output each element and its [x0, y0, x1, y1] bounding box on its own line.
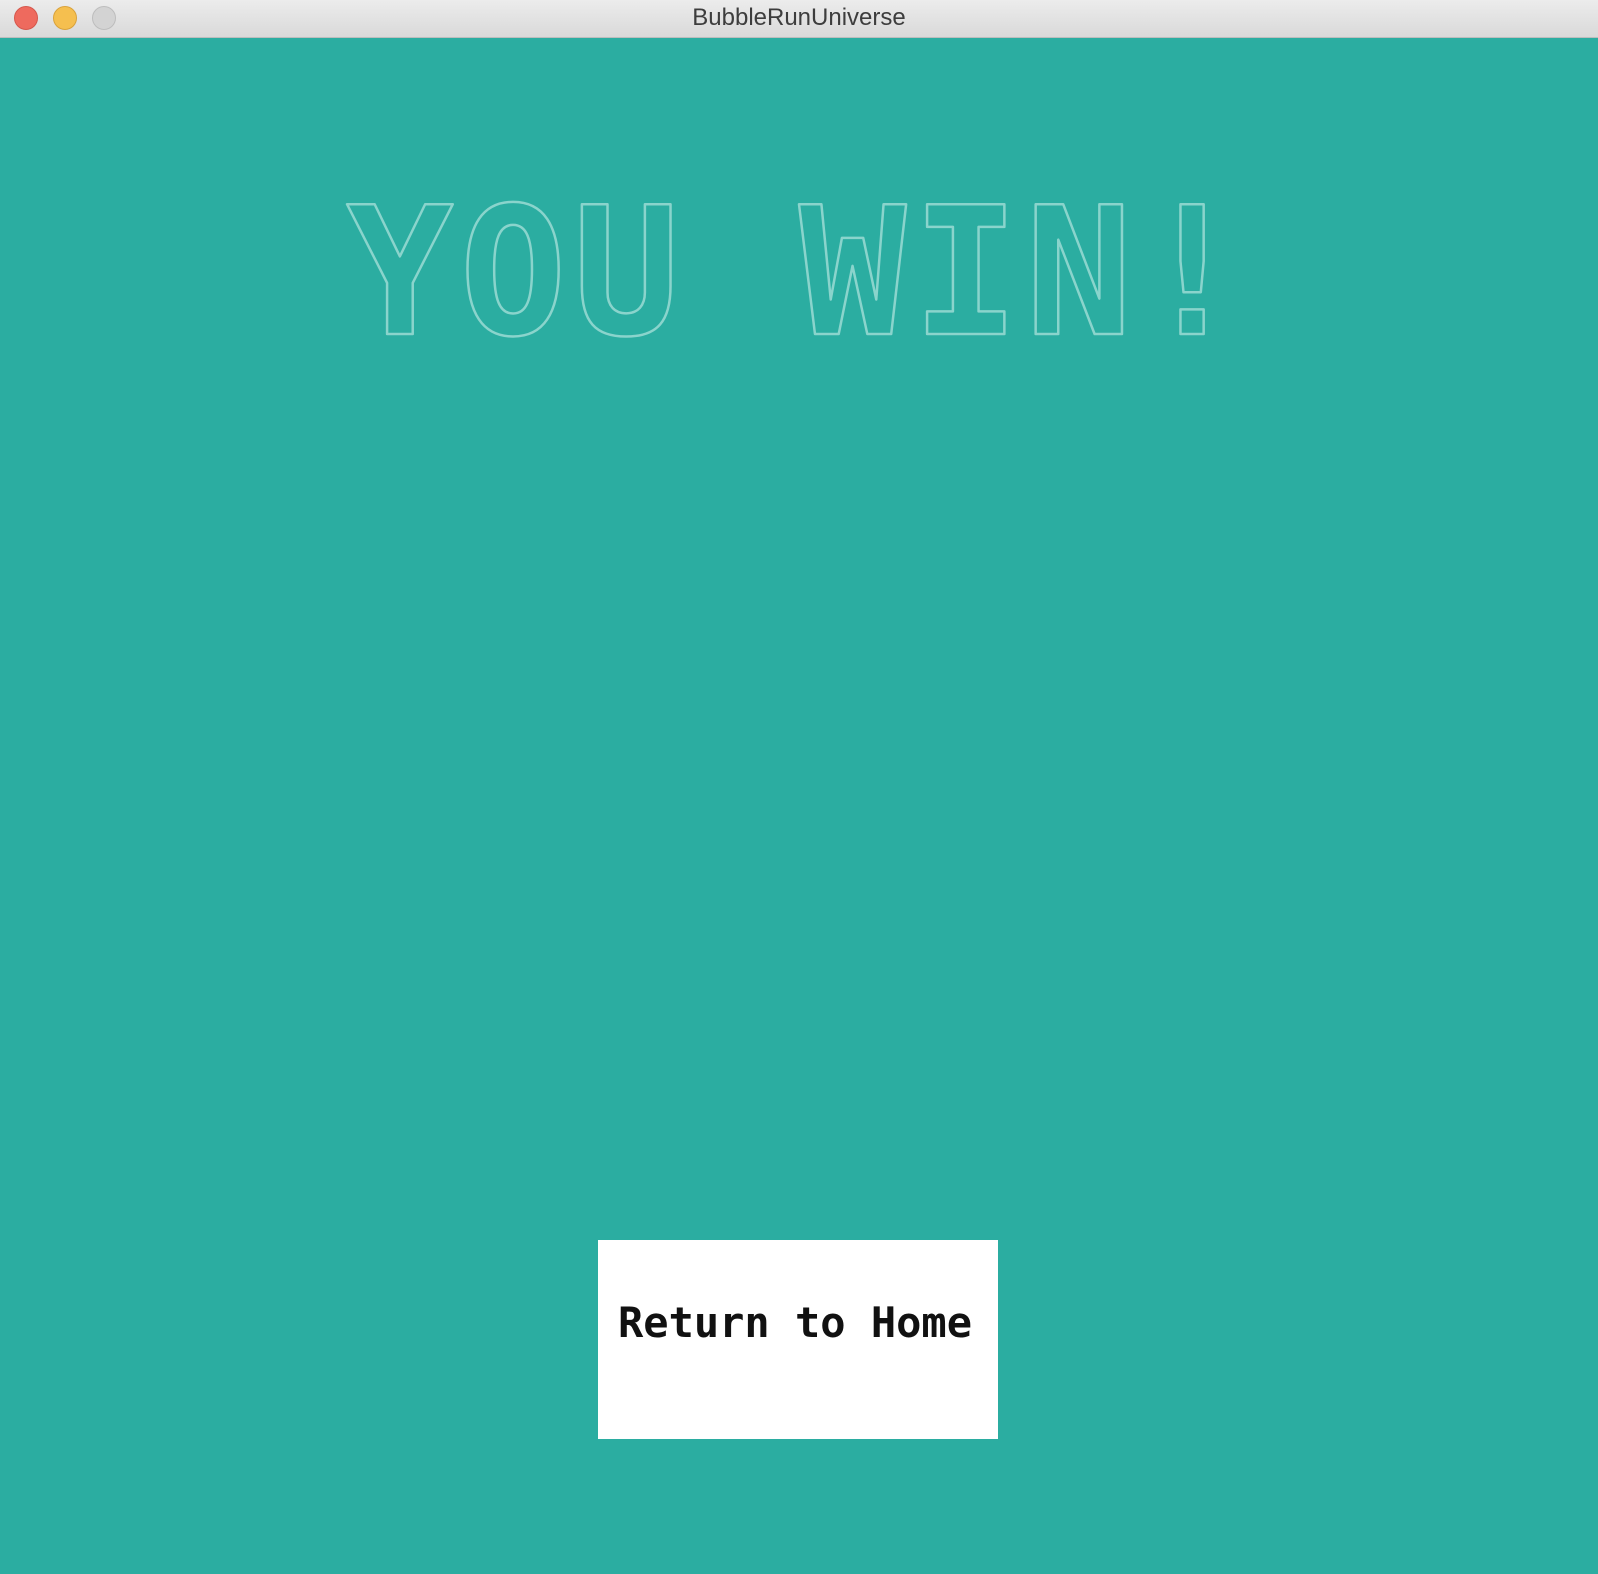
return-home-label: Return to Home [618, 1298, 973, 1347]
win-headline: YOU WIN! [0, 179, 1598, 349]
app-window: BubbleRunUniverse YOU WIN! Return to Hom… [0, 0, 1598, 1574]
win-headline-graphic: YOU WIN! [345, 179, 1251, 349]
return-home-button[interactable]: Return to Home [598, 1240, 998, 1439]
win-headline-text: YOU WIN! [346, 179, 1251, 349]
title-bar[interactable]: BubbleRunUniverse [0, 0, 1598, 38]
window-title: BubbleRunUniverse [692, 4, 906, 31]
win-screen: YOU WIN! Return to Home [0, 39, 1598, 1574]
